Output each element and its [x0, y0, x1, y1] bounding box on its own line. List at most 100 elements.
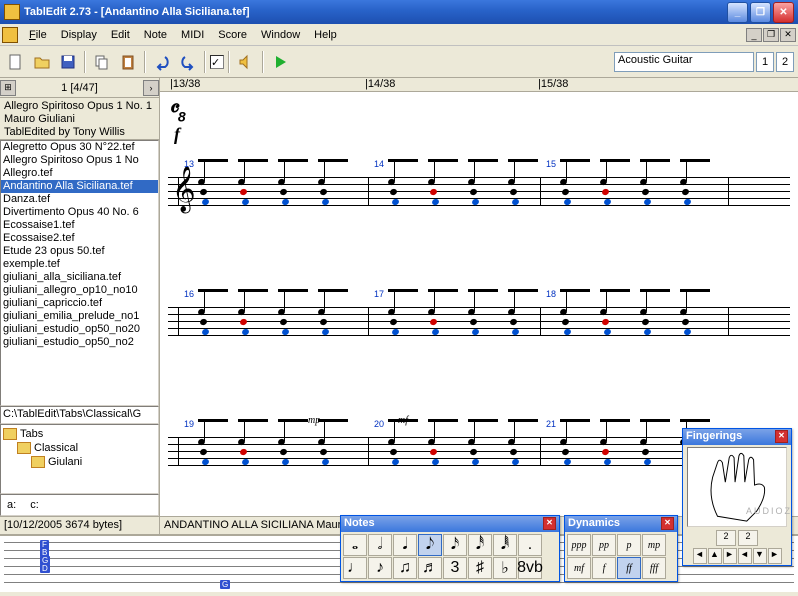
file-item[interactable]: giuliani_alla_siciliana.tef	[1, 271, 158, 284]
instrument-select[interactable]: Acoustic Guitar	[614, 52, 754, 72]
fingerings-palette: Fingerings✕ 2 2 ◄ ▲ ► ◄ ▼ ►	[682, 428, 792, 566]
mdi-restore[interactable]: ❐	[763, 28, 779, 42]
module-1[interactable]: 1	[756, 52, 774, 72]
new-button[interactable]	[4, 50, 28, 74]
note-value-button[interactable]: .	[518, 534, 542, 556]
dynamic-button[interactable]: pp	[592, 534, 616, 556]
minimize-button[interactable]: _	[727, 2, 748, 23]
menu-help[interactable]: Help	[307, 27, 344, 43]
note-value-button[interactable]: 𝅘𝅥	[393, 534, 417, 556]
fingering-num[interactable]: 2	[738, 530, 758, 546]
file-list[interactable]: Alegretto Opus 30 N°22.tefAllegro Spirit…	[0, 140, 159, 406]
tree-root: Tabs	[3, 427, 156, 441]
nav-next[interactable]: ›	[143, 80, 159, 96]
app-icon	[4, 4, 20, 20]
note-value-button[interactable]: 𝅘𝅥𝅯	[443, 534, 467, 556]
ruler[interactable]: |13/38|14/38|15/38	[160, 78, 798, 92]
measure-number: 16	[184, 289, 194, 299]
fret-marker[interactable]: G	[220, 580, 230, 589]
maximize-button[interactable]: ❐	[750, 2, 771, 23]
drive-select[interactable]: a: c:	[0, 494, 159, 516]
note-value-button[interactable]: ♬	[418, 557, 442, 579]
dynamic-button[interactable]: ff	[617, 557, 641, 579]
file-item[interactable]: giuliani_estudio_op50_no20	[1, 323, 158, 336]
note-value-button[interactable]: ♭	[493, 557, 517, 579]
menu-display[interactable]: Display	[54, 27, 104, 43]
menu-file[interactable]: File	[22, 27, 54, 43]
dynamic-mp: mp	[308, 415, 320, 426]
arrow-right2[interactable]: ►	[768, 548, 782, 564]
file-item[interactable]: giuliani_estudio_op50_no2	[1, 336, 158, 349]
speaker-button[interactable]	[234, 50, 258, 74]
file-item[interactable]: Alegretto Opus 30 N°22.tef	[1, 141, 158, 154]
dynamic-button[interactable]: p	[617, 534, 641, 556]
menu-note[interactable]: Note	[137, 27, 174, 43]
close-button[interactable]: ✕	[773, 2, 794, 23]
palette-close[interactable]: ✕	[661, 517, 674, 530]
arrow-right[interactable]: ►	[723, 548, 737, 564]
measure-number: 15	[546, 159, 556, 169]
open-button[interactable]	[30, 50, 54, 74]
file-item[interactable]: giuliani_capriccio.tef	[1, 297, 158, 310]
dynamic-button[interactable]: mf	[567, 557, 591, 579]
dynamic-button[interactable]: f	[592, 557, 616, 579]
fingering-num[interactable]: 2	[716, 530, 736, 546]
file-item[interactable]: giuliani_emilia_prelude_no1	[1, 310, 158, 323]
ruler-mark: |15/38	[538, 78, 568, 90]
palette-close[interactable]: ✕	[775, 430, 788, 443]
arrow-up[interactable]: ▲	[708, 548, 722, 564]
toggle-checkbox[interactable]: ✓	[210, 55, 224, 69]
folder-icon	[17, 442, 31, 454]
note-value-button[interactable]: 𝅗𝅥	[368, 534, 392, 556]
folder-tree[interactable]: Tabs Classical Giulani	[0, 424, 159, 494]
dynamic-button[interactable]: ppp	[567, 534, 591, 556]
file-item[interactable]: Ecossaise2.tef	[1, 232, 158, 245]
menu-midi[interactable]: MIDI	[174, 27, 211, 43]
note-value-button[interactable]: 3	[443, 557, 467, 579]
play-button[interactable]	[268, 50, 292, 74]
save-button[interactable]	[56, 50, 80, 74]
note-value-button[interactable]: 𝅘𝅥𝅮	[418, 534, 442, 556]
path-box[interactable]: C:\TablEdit\Tabs\Classical\G	[0, 406, 159, 424]
note-value-button[interactable]: ♪	[368, 557, 392, 579]
mdi-minimize[interactable]: _	[746, 28, 762, 42]
file-item[interactable]: Danza.tef	[1, 193, 158, 206]
file-item[interactable]: Allegro Spiritoso Opus 1 No	[1, 154, 158, 167]
arrow-left2[interactable]: ◄	[738, 548, 752, 564]
dynamic-button[interactable]: mp	[642, 534, 666, 556]
arrow-left[interactable]: ◄	[693, 548, 707, 564]
menu-score[interactable]: Score	[211, 27, 254, 43]
file-item[interactable]: Ecossaise1.tef	[1, 219, 158, 232]
window-title: TablEdit 2.73 - [Andantino Alla Sicilian…	[24, 6, 727, 18]
menu-window[interactable]: Window	[254, 27, 307, 43]
note-value-button[interactable]: 𝅘𝅥𝅱	[493, 534, 517, 556]
paste-button[interactable]	[116, 50, 140, 74]
note-value-button[interactable]: ♩	[343, 557, 367, 579]
dynamic-button[interactable]: fff	[642, 557, 666, 579]
copy-button[interactable]	[90, 50, 114, 74]
measure-number: 17	[374, 289, 384, 299]
dynamics-palette: Dynamics✕ ppppppmpmfffffff	[564, 515, 678, 582]
file-item[interactable]: Etude 23 opus 50.tef	[1, 245, 158, 258]
file-item[interactable]: exemple.tef	[1, 258, 158, 271]
note-value-button[interactable]: 𝅘𝅥𝅰	[468, 534, 492, 556]
note-value-button[interactable]: 𝅝	[343, 534, 367, 556]
file-item[interactable]: Divertimento Opus 40 No. 6	[1, 206, 158, 219]
file-item[interactable]: Andantino Alla Siciliana.tef	[1, 180, 158, 193]
tree-folder-classical: Classical	[3, 441, 156, 455]
note-value-button[interactable]: ♯	[468, 557, 492, 579]
note-value-button[interactable]: ♫	[393, 557, 417, 579]
arrow-down[interactable]: ▼	[753, 548, 767, 564]
file-item[interactable]: Allegro.tef	[1, 167, 158, 180]
menu-edit[interactable]: Edit	[104, 27, 137, 43]
redo-button[interactable]	[176, 50, 200, 74]
palette-close[interactable]: ✕	[543, 517, 556, 530]
file-item[interactable]: giuliani_allegro_op10_no10	[1, 284, 158, 297]
module-2[interactable]: 2	[776, 52, 794, 72]
note-value-button[interactable]: 8vb	[518, 557, 542, 579]
mdi-close[interactable]: ✕	[780, 28, 796, 42]
undo-button[interactable]	[150, 50, 174, 74]
fret-marker[interactable]: D	[40, 564, 50, 573]
nav-prev[interactable]: ⊞	[0, 80, 16, 96]
measure-number: 20	[374, 419, 384, 429]
